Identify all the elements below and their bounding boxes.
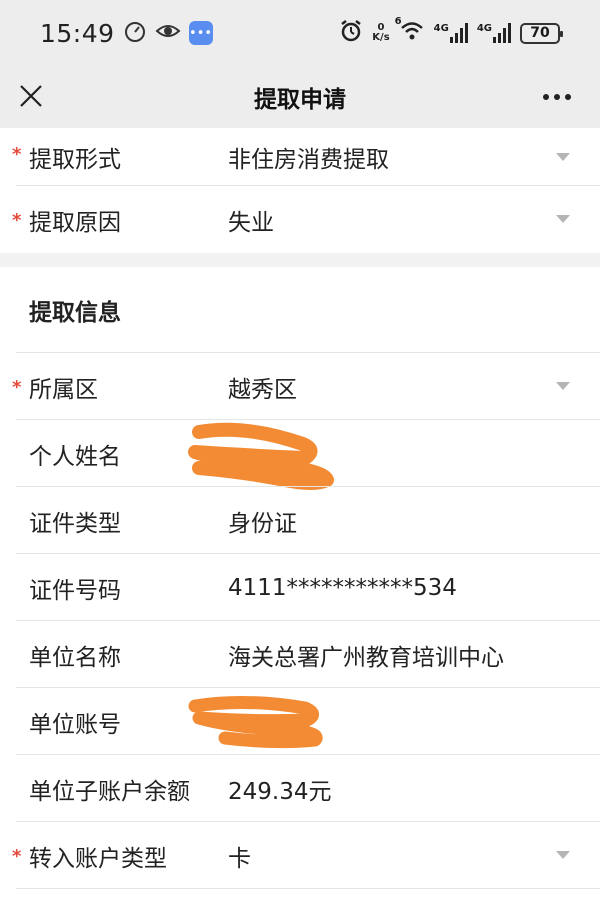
field-value: 越秀区 (228, 376, 297, 403)
field-value: 海关总署广州教育培训中心 (228, 644, 504, 671)
page-title: 提取申请 (254, 87, 346, 113)
dropdown-caret-icon (556, 382, 570, 390)
field-value: 失业 (228, 209, 274, 236)
field-label: 单位账号 (29, 711, 121, 738)
net-speed-unit: K/s (372, 32, 390, 43)
field-value: 非住房消费提取 (228, 147, 389, 173)
field-personal-name: 个人姓名 (0, 420, 600, 490)
required-mark: * (12, 377, 22, 398)
required-mark: * (12, 144, 22, 165)
field-label: 提取形式 (29, 147, 121, 173)
field-label: 证件号码 (29, 577, 121, 604)
field-label: 单位名称 (29, 644, 121, 671)
section-divider (0, 253, 600, 267)
signal-label-1: 4G (433, 23, 449, 34)
status-bar: 15:49 ••• 0 K/s 6 4G 4G 70 (0, 0, 600, 66)
alarm-icon (339, 19, 363, 47)
net-speed: 0 K/s (372, 23, 389, 43)
field-withdraw-reason[interactable]: * 提取原因 失业 (0, 186, 600, 253)
battery-icon: 70 (520, 22, 563, 44)
signal-icon: 4G (434, 23, 468, 43)
required-mark: * (12, 210, 22, 231)
field-transfer-account-type[interactable]: * 转入账户类型 卡 (0, 822, 600, 889)
dropdown-caret-icon (556, 153, 570, 161)
dropdown-caret-icon (556, 851, 570, 859)
wifi-label: 6 (394, 16, 402, 27)
redaction-scribble (188, 695, 323, 749)
signal-label-2: 4G (476, 23, 492, 34)
field-sub-account-balance: 单位子账户余额 249.34元 (0, 755, 600, 822)
field-employer-name: 单位名称 海关总署广州教育培训中心 (0, 621, 600, 688)
section-header: 提取信息 (0, 267, 600, 353)
field-employer-account: 单位账号 (0, 688, 600, 755)
required-mark: * (12, 846, 22, 867)
signal-icon: 4G (477, 23, 511, 43)
field-label: 证件类型 (29, 510, 121, 537)
form-content: * 提取形式 非住房消费提取 * 提取原因 失业 提取信息 * 所属区 越秀区 … (0, 128, 600, 889)
chat-icon: ••• (188, 21, 213, 45)
field-value: 卡 (228, 845, 251, 872)
close-icon[interactable] (16, 81, 46, 111)
field-value: 249.34元 (228, 778, 332, 805)
field-label: 提取原因 (29, 209, 121, 236)
field-label: 单位子账户余额 (29, 778, 190, 805)
field-value: 4111***********534 (228, 574, 457, 601)
field-withdraw-form[interactable]: * 提取形式 非住房消费提取 (0, 128, 600, 186)
more-icon[interactable] (540, 82, 574, 112)
status-time: 15:49 (40, 18, 115, 48)
field-label: 所属区 (29, 376, 98, 403)
nav-bar: 提取申请 (0, 66, 600, 128)
field-value: 身份证 (228, 510, 297, 537)
section-title: 提取信息 (29, 300, 121, 326)
wifi-icon: 6 (395, 16, 425, 46)
field-label: 个人姓名 (29, 443, 121, 470)
field-id-number: 证件号码 4111***********534 (0, 554, 600, 621)
redaction-scribble (188, 422, 334, 490)
dropdown-caret-icon (556, 215, 570, 223)
field-label: 转入账户类型 (29, 845, 167, 872)
speedometer-icon (123, 19, 147, 47)
eye-icon (155, 19, 181, 47)
field-district[interactable]: * 所属区 越秀区 (0, 353, 600, 420)
field-id-type: 证件类型 身份证 (0, 487, 600, 554)
